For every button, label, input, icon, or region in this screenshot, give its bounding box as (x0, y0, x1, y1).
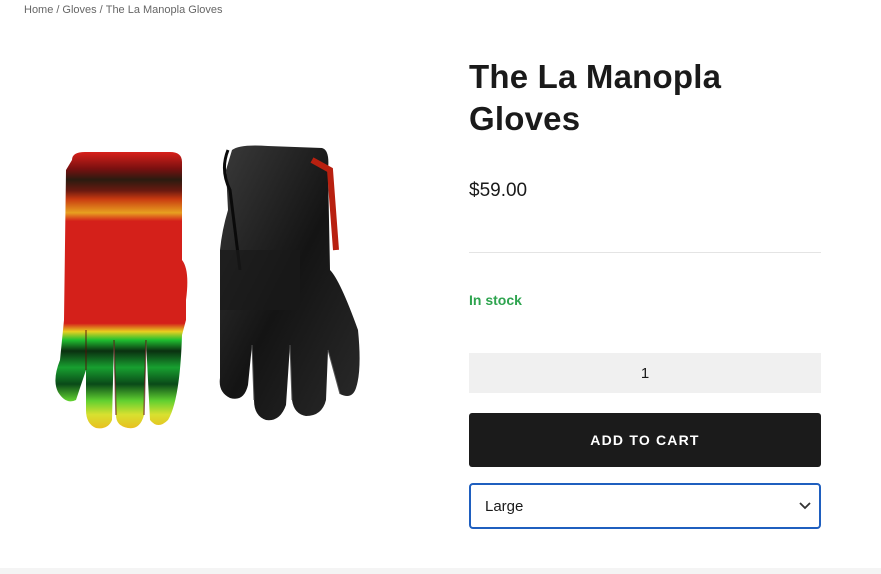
chevron-down-icon (799, 499, 811, 513)
footer-strip (0, 568, 881, 574)
serape-glove-graphic (55, 152, 188, 429)
breadcrumb: Home / Gloves / The La Manopla Gloves (24, 4, 223, 16)
size-select-value: Large (485, 497, 524, 515)
breadcrumb-separator: / (99, 4, 103, 16)
leather-glove-graphic (219, 145, 360, 421)
breadcrumb-home-link[interactable]: Home (24, 4, 53, 16)
size-select[interactable]: Large (469, 483, 821, 529)
product-title: The La Manopla Gloves (469, 58, 722, 137)
stock-status: In stock (469, 292, 522, 308)
divider (469, 252, 821, 253)
product-price: $59.00 (469, 180, 528, 201)
product-image[interactable] (40, 130, 380, 440)
breadcrumb-current: The La Manopla Gloves (105, 4, 223, 16)
breadcrumb-separator: / (56, 4, 60, 16)
add-to-cart-button[interactable]: ADD TO CART (469, 413, 821, 467)
product-info: The La Manopla Gloves $59.00 In stock AD… (469, 56, 821, 529)
quantity-input[interactable] (469, 353, 821, 393)
breadcrumb-category-link[interactable]: Gloves (62, 4, 96, 16)
